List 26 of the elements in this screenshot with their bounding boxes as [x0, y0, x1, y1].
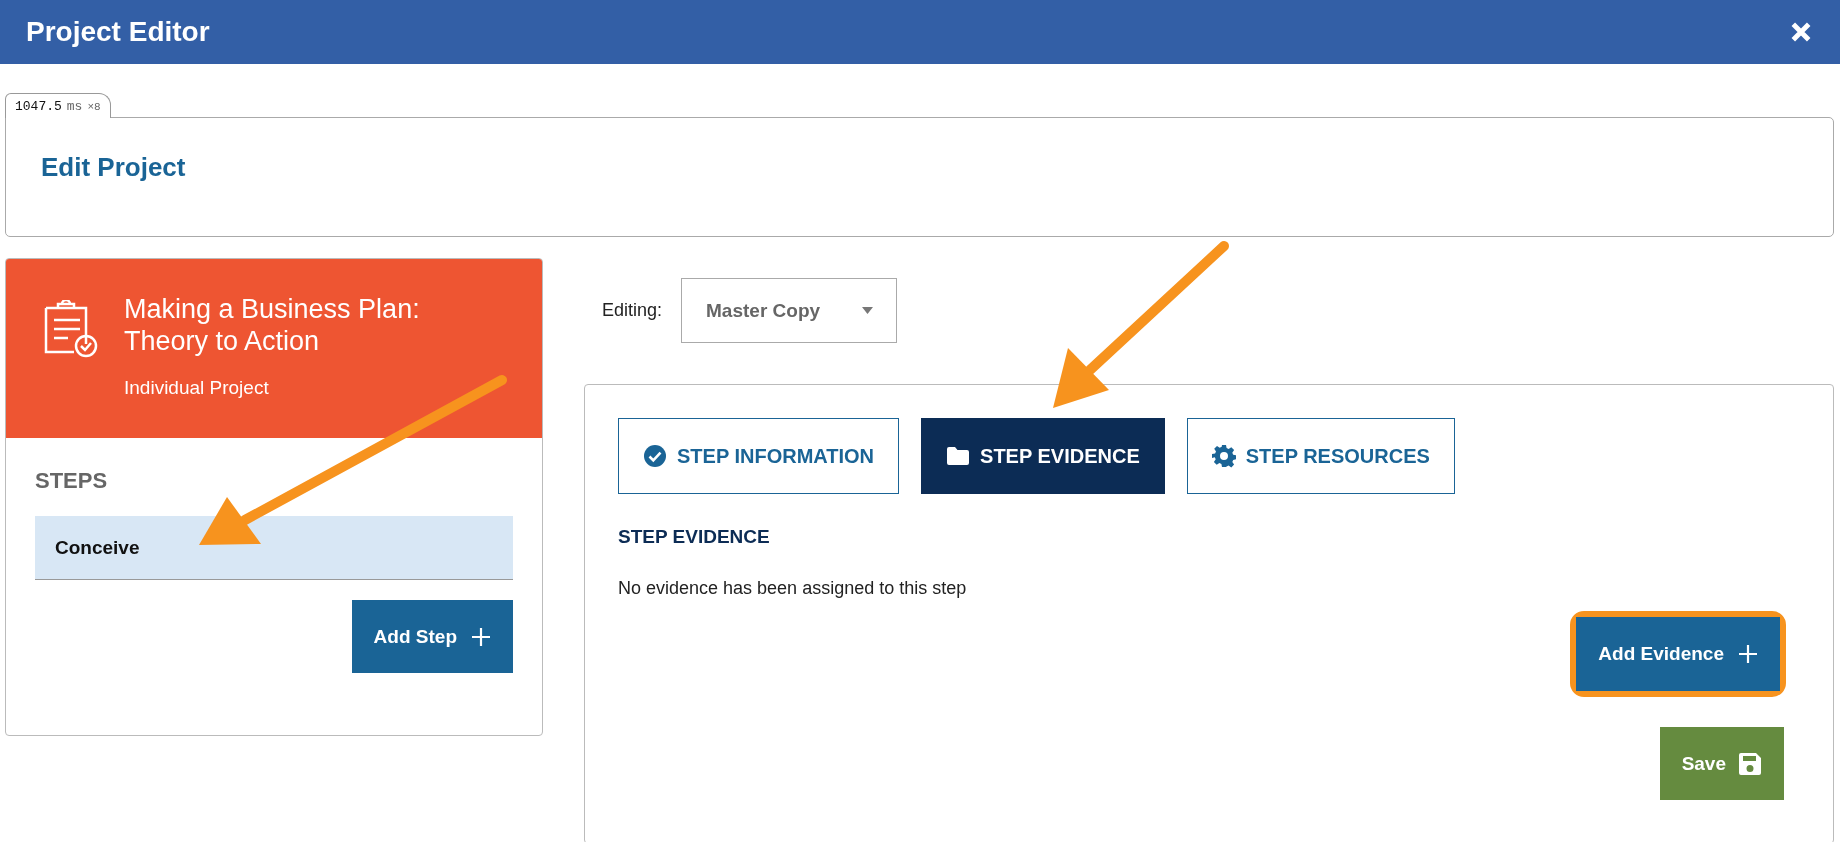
add-evidence-button[interactable]: Add Evidence: [1576, 617, 1780, 691]
folder-icon: [946, 444, 971, 468]
step-item[interactable]: Conceive: [35, 516, 513, 580]
plus-icon: [1738, 644, 1758, 664]
version-dropdown[interactable]: Master Copy: [681, 278, 898, 343]
page-heading: Edit Project: [41, 152, 186, 182]
settings-icon: [1211, 444, 1236, 468]
plus-icon: [471, 626, 491, 647]
step-tab[interactable]: STEP INFORMATION: [618, 418, 900, 494]
add-step-button[interactable]: Add Step: [351, 600, 513, 673]
step-tab[interactable]: STEP RESOURCES: [1186, 418, 1455, 494]
project-title: Making a Business Plan: Theory to Action: [124, 293, 421, 357]
editing-label: Editing:: [602, 300, 663, 321]
empty-message: No evidence has been assigned to this step: [618, 578, 968, 599]
step-tab[interactable]: STEP EVIDENCE: [921, 418, 1165, 494]
section-heading: STEP EVIDENCE: [618, 526, 771, 548]
check-circle-icon: [643, 444, 667, 468]
close-icon[interactable]: [1790, 21, 1812, 43]
timing-value: 1047.5: [15, 99, 62, 114]
timing-count: ×8: [87, 101, 101, 113]
project-type: Individual Project: [124, 377, 269, 399]
steps-heading: STEPS: [35, 468, 109, 494]
timing-unit: ms: [66, 99, 83, 114]
window-title: Project Editor: [26, 16, 210, 48]
save-button[interactable]: Save: [1659, 727, 1784, 800]
caret-icon: [862, 307, 874, 314]
